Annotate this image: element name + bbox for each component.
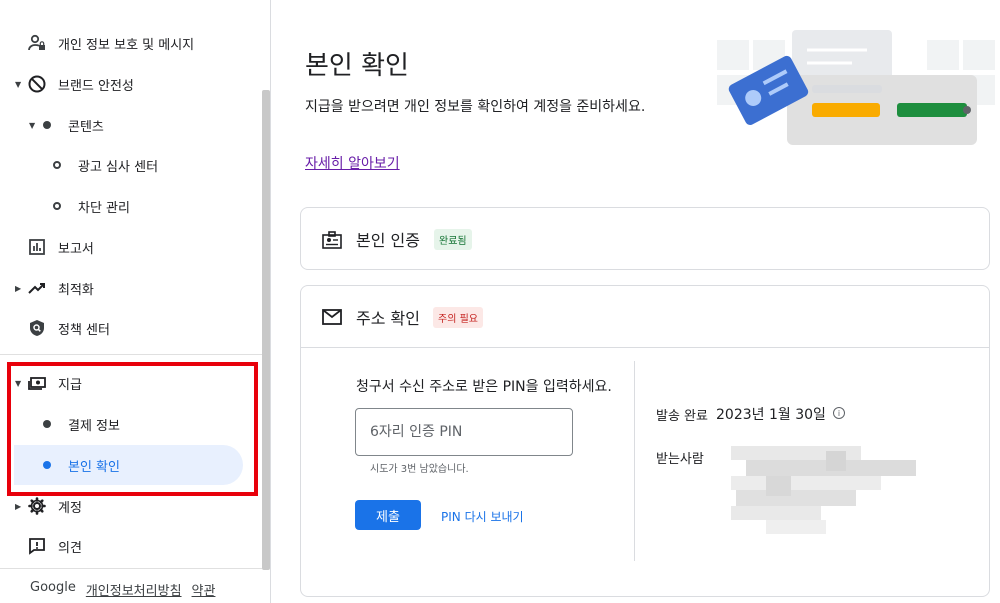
sidebar-item-label: 차단 관리 [78, 200, 130, 216]
address-verification-card: 주소 확인 주의 필요 청구서 수신 주소로 받은 PIN을 입력하세요. 시도… [300, 285, 990, 597]
sidebar-item-content[interactable]: ▼ 콘텐츠 [0, 105, 255, 145]
resend-pin-link[interactable]: PIN 다시 보내기 [441, 508, 524, 525]
sidebar-divider [0, 568, 262, 569]
sidebar-item-label: 브랜드 안전성 [58, 78, 134, 94]
sidebar-item-label: 개인 정보 보호 및 메시지 [58, 37, 195, 53]
card-divider [301, 347, 989, 348]
bullet-ring-icon [53, 161, 61, 169]
recipient-label: 받는사람 [656, 452, 704, 467]
shield-icon [27, 318, 47, 338]
identity-card-title: 본인 인증 [356, 231, 420, 250]
privacy-link[interactable]: 개인정보처리방침 [86, 580, 182, 599]
privacy-person-icon [27, 33, 47, 53]
page-title: 본인 확인 [305, 51, 409, 81]
sidebar-item-reports[interactable]: 보고서 [0, 227, 255, 267]
sent-label: 발송 완료 [656, 409, 708, 424]
sidebar-item-label: 최적화 [58, 282, 94, 298]
pin-prompt: 청구서 수신 주소로 받은 PIN을 입력하세요. [356, 379, 612, 395]
sidebar-footer: Google 개인정보처리방침 약관 [30, 580, 215, 599]
caret-down-icon[interactable]: ▼ [15, 80, 21, 89]
info-icon[interactable]: i [833, 407, 845, 419]
sidebar-scrollbar[interactable] [262, 90, 270, 570]
sidebar-item-privacy[interactable]: 개인 정보 보호 및 메시지 [0, 23, 255, 63]
sidebar-divider [0, 354, 262, 355]
caret-right-icon[interactable]: ▶ [15, 502, 21, 511]
attempts-hint: 시도가 3번 남았습니다. [370, 464, 469, 475]
sidebar-item-blocking[interactable]: 차단 관리 [0, 186, 255, 226]
caret-down-icon[interactable]: ▼ [29, 121, 35, 130]
sidebar-item-feedback[interactable]: 의견 [0, 526, 255, 566]
highlight-box [7, 362, 258, 496]
bullet-icon [43, 121, 51, 129]
column-divider [634, 361, 635, 561]
address-card-header[interactable]: 주소 확인 주의 필요 [301, 286, 989, 348]
sidebar-item-label: 보고서 [58, 241, 94, 257]
sidebar-item-label: 의견 [58, 540, 82, 556]
caret-right-icon[interactable]: ▶ [15, 284, 21, 293]
bullet-ring-icon [53, 202, 61, 210]
status-badge-attention: 주의 필요 [433, 306, 483, 328]
submit-button[interactable]: 제출 [355, 500, 421, 530]
identity-verification-card[interactable]: 본인 인증 완료됨 [300, 207, 990, 270]
feedback-icon [27, 536, 47, 556]
page-description: 지급을 받으려면 개인 정보를 확인하여 계정을 준비하세요. [305, 99, 646, 115]
identity-card-header[interactable]: 본인 인증 완료됨 [301, 208, 989, 270]
sidebar-item-optimization[interactable]: ▶ 최적화 [0, 268, 255, 308]
main-content: 본인 확인 지급을 받으려면 개인 정보를 확인하여 계정을 준비하세요. 자세… [272, 0, 1000, 603]
mail-icon [322, 309, 342, 325]
id-badge-icon [322, 231, 342, 249]
learn-more-link[interactable]: 자세히 알아보기 [305, 153, 400, 173]
pin-input[interactable] [355, 408, 573, 456]
sidebar-item-policy[interactable]: 정책 센터 [0, 308, 255, 348]
status-badge-complete: 완료됨 [434, 228, 472, 250]
redacted-address [731, 446, 916, 534]
sidebar-item-label: 정책 센터 [58, 322, 110, 338]
address-card-title: 주소 확인 [356, 309, 420, 328]
sidebar-item-label: 계정 [58, 500, 82, 516]
gear-icon [27, 496, 47, 516]
sidebar-item-label: 광고 심사 센터 [78, 159, 159, 175]
google-brand: Google [30, 580, 76, 595]
sent-date: 2023년 1월 30일 [716, 407, 826, 423]
bar-chart-icon [27, 237, 47, 257]
block-icon [27, 74, 47, 94]
hero-illustration [717, 30, 995, 145]
trending-up-icon [27, 278, 47, 298]
sidebar-item-label: 콘텐츠 [68, 119, 104, 135]
sidebar: 개인 정보 보호 및 메시지 ▼ 브랜드 안전성 ▼ 콘텐츠 광고 심사 센터 … [0, 0, 271, 603]
terms-link[interactable]: 약관 [192, 580, 216, 599]
sidebar-item-ad-review[interactable]: 광고 심사 센터 [0, 145, 255, 185]
sidebar-item-brand-safety[interactable]: ▼ 브랜드 안전성 [0, 64, 255, 104]
